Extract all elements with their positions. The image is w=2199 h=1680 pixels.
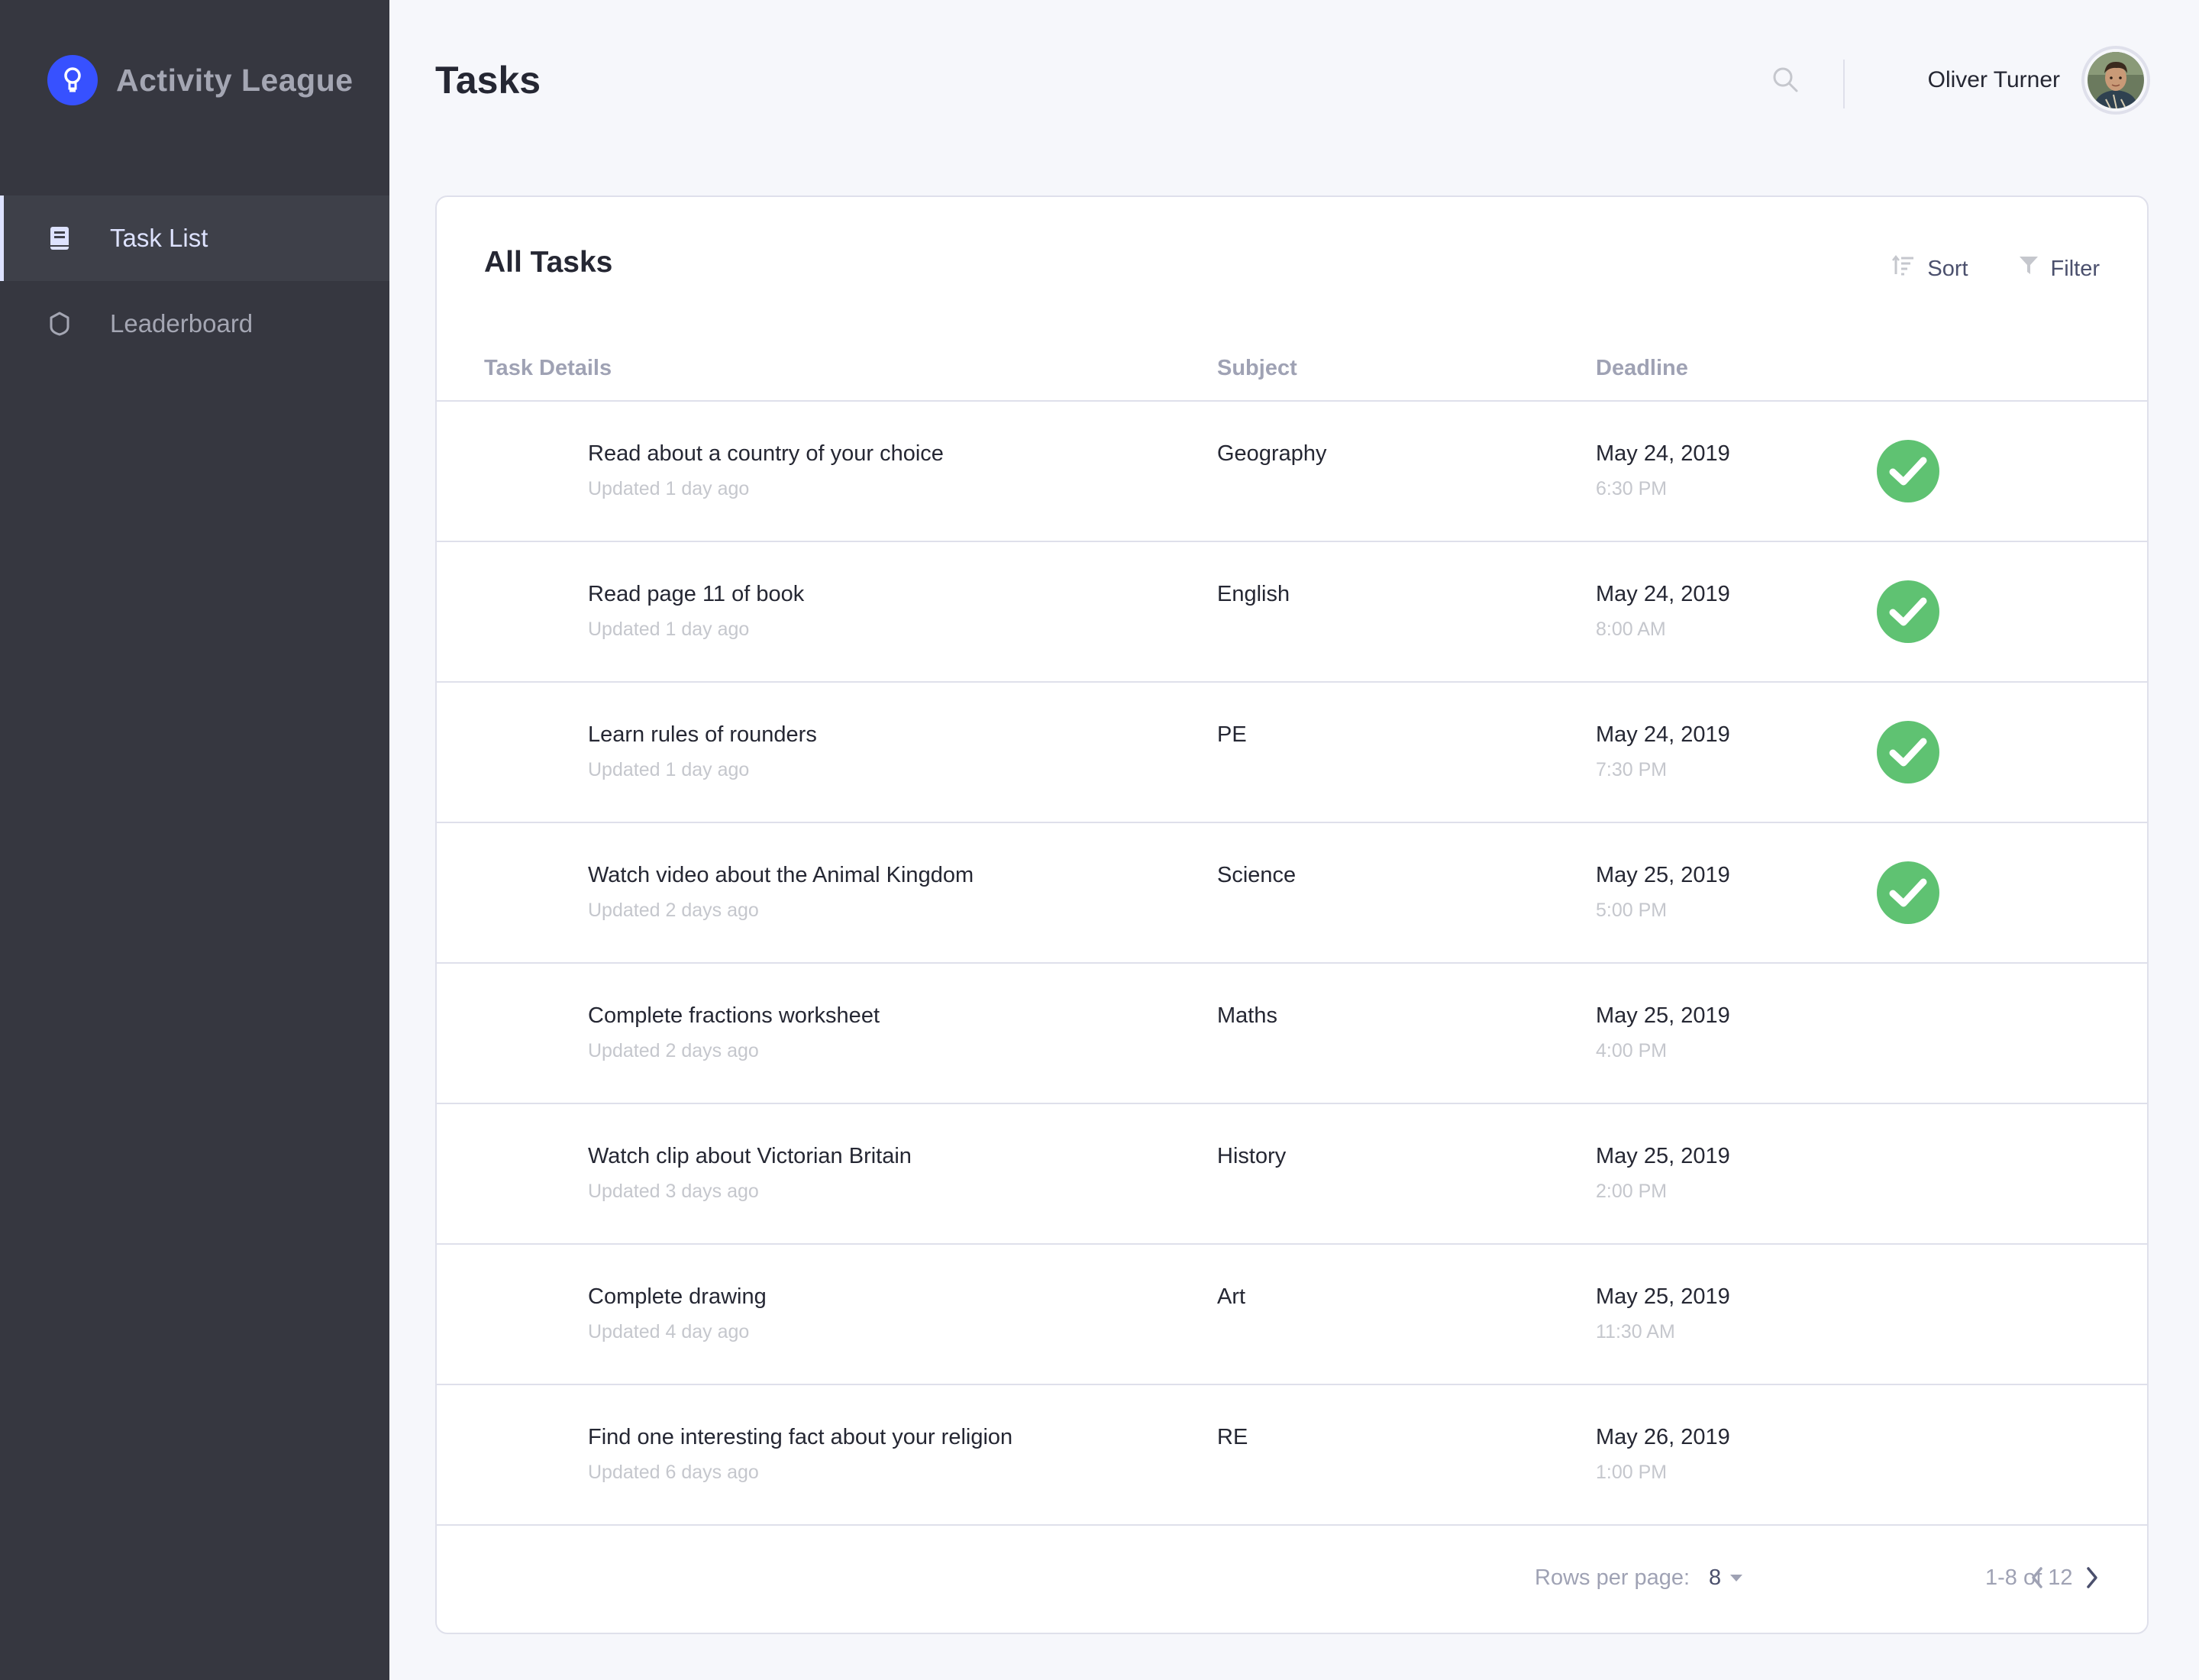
- task-subject: Maths: [1217, 1003, 1277, 1028]
- avatar[interactable]: [2081, 46, 2150, 115]
- deadline-date: May 25, 2019: [1596, 863, 1730, 887]
- sidebar-item-task-list[interactable]: Task List: [0, 195, 389, 281]
- deadline-time: 1:00 PM: [1596, 1462, 1668, 1483]
- rows-per-page-select[interactable]: 8: [1709, 1565, 1743, 1591]
- card-toolbar: Sort Filter: [1842, 254, 2100, 283]
- sidebar-nav: Task List Leaderboard: [0, 195, 389, 367]
- sidebar-item-leaderboard[interactable]: Leaderboard: [0, 281, 389, 367]
- card-title: All Tasks: [484, 246, 613, 279]
- deadline-date: May 24, 2019: [1596, 441, 1730, 466]
- deadline-time: 4:00 PM: [1596, 1040, 1668, 1061]
- task-updated: Updated 2 days ago: [588, 900, 759, 921]
- rows-per-page-value: 8: [1709, 1565, 1722, 1590]
- table-row[interactable]: Complete drawing Updated 4 day ago Art M…: [437, 1245, 2147, 1385]
- page-title: Tasks: [435, 59, 541, 102]
- deadline-time: 11:30 AM: [1596, 1321, 1675, 1342]
- task-updated: Updated 6 days ago: [588, 1462, 759, 1483]
- check-circle-icon: [1877, 861, 1939, 924]
- deadline-date: May 24, 2019: [1596, 722, 1730, 747]
- deadline-date: May 25, 2019: [1596, 1284, 1730, 1309]
- deadline-time: 8:00 AM: [1596, 619, 1666, 640]
- book-icon: [47, 226, 72, 250]
- table-row[interactable]: Learn rules of rounders Updated 1 day ag…: [437, 683, 2147, 823]
- task-subject: PE: [1217, 722, 1247, 747]
- task-subject: RE: [1217, 1425, 1248, 1449]
- sort-button[interactable]: Sort: [1892, 254, 1968, 283]
- task-subject: Art: [1217, 1284, 1246, 1309]
- tasks-card: All Tasks Sort Filter Task Details Subje…: [435, 195, 2149, 1634]
- search-icon[interactable]: [1770, 64, 1800, 95]
- deadline-date: May 24, 2019: [1596, 582, 1730, 606]
- task-updated: Updated 1 day ago: [588, 759, 750, 780]
- table-row[interactable]: Watch clip about Victorian Britain Updat…: [437, 1104, 2147, 1245]
- filter-button[interactable]: Filter: [2019, 255, 2100, 283]
- caret-down-icon: [1730, 1575, 1743, 1581]
- task-name: Complete drawing: [588, 1284, 767, 1309]
- table-row[interactable]: Watch video about the Animal Kingdom Upd…: [437, 823, 2147, 964]
- task-name: Find one interesting fact about your rel…: [588, 1425, 1013, 1449]
- deadline-date: May 25, 2019: [1596, 1003, 1730, 1028]
- brand[interactable]: Activity League: [47, 55, 354, 105]
- deadline-time: 5:00 PM: [1596, 900, 1668, 921]
- task-name: Read about a country of your choice: [588, 441, 944, 466]
- column-header-deadline[interactable]: Deadline: [1596, 356, 1688, 381]
- sort-label: Sort: [1927, 256, 1968, 281]
- lightbulb-icon: [47, 55, 98, 105]
- table-row[interactable]: Read page 11 of book Updated 1 day ago E…: [437, 542, 2147, 683]
- deadline-time: 7:30 PM: [1596, 759, 1668, 780]
- sidebar-item-label: Leaderboard: [110, 309, 253, 338]
- check-circle-icon: [1877, 580, 1939, 643]
- deadline-date: May 25, 2019: [1596, 1144, 1730, 1168]
- task-updated: Updated 1 day ago: [588, 619, 750, 640]
- sort-icon: [1892, 254, 1927, 283]
- previous-page-button[interactable]: [2020, 1562, 2054, 1596]
- task-name: Read page 11 of book: [588, 582, 805, 606]
- task-subject: English: [1217, 582, 1290, 606]
- check-circle-icon: [1877, 440, 1939, 502]
- task-updated: Updated 2 days ago: [588, 1040, 759, 1061]
- next-page-button[interactable]: [2075, 1562, 2109, 1596]
- task-updated: Updated 4 day ago: [588, 1321, 750, 1342]
- column-header-subject[interactable]: Subject: [1217, 356, 1297, 381]
- rows-per-page-label: Rows per page:: [1535, 1565, 1690, 1590]
- task-subject: History: [1217, 1144, 1287, 1168]
- task-updated: Updated 3 days ago: [588, 1181, 759, 1202]
- column-header-task-details[interactable]: Task Details: [484, 356, 612, 381]
- check-circle-icon: [1877, 721, 1939, 783]
- task-table-body: Read about a country of your choice Upda…: [437, 402, 2147, 1526]
- deadline-date: May 26, 2019: [1596, 1425, 1730, 1449]
- sidebar-item-label: Task List: [110, 224, 208, 252]
- task-name: Learn rules of rounders: [588, 722, 817, 747]
- deadline-time: 2:00 PM: [1596, 1181, 1668, 1202]
- header-divider: [1843, 60, 1845, 108]
- filter-icon: [2019, 255, 2051, 283]
- filter-label: Filter: [2050, 256, 2100, 281]
- table-pagination: Rows per page: 8 1-8 of 12: [437, 1526, 2147, 1633]
- task-subject: Geography: [1217, 441, 1327, 466]
- app-name: Activity League: [116, 62, 354, 98]
- chevron-left-icon: [2029, 1565, 2045, 1594]
- sidebar: Activity League Task List Leaderboard: [0, 0, 389, 1680]
- task-name: Complete fractions worksheet: [588, 1003, 880, 1028]
- table-row[interactable]: Find one interesting fact about your rel…: [437, 1385, 2147, 1526]
- chevron-right-icon: [2084, 1565, 2100, 1594]
- task-name: Watch clip about Victorian Britain: [588, 1144, 912, 1168]
- user-name[interactable]: Oliver Turner: [1928, 67, 2060, 93]
- deadline-time: 6:30 PM: [1596, 478, 1668, 499]
- table-row[interactable]: Complete fractions worksheet Updated 2 d…: [437, 964, 2147, 1104]
- task-updated: Updated 1 day ago: [588, 478, 750, 499]
- table-row[interactable]: Read about a country of your choice Upda…: [437, 402, 2147, 542]
- shield-icon: [47, 312, 72, 336]
- task-subject: Science: [1217, 863, 1296, 887]
- task-name: Watch video about the Animal Kingdom: [588, 863, 974, 887]
